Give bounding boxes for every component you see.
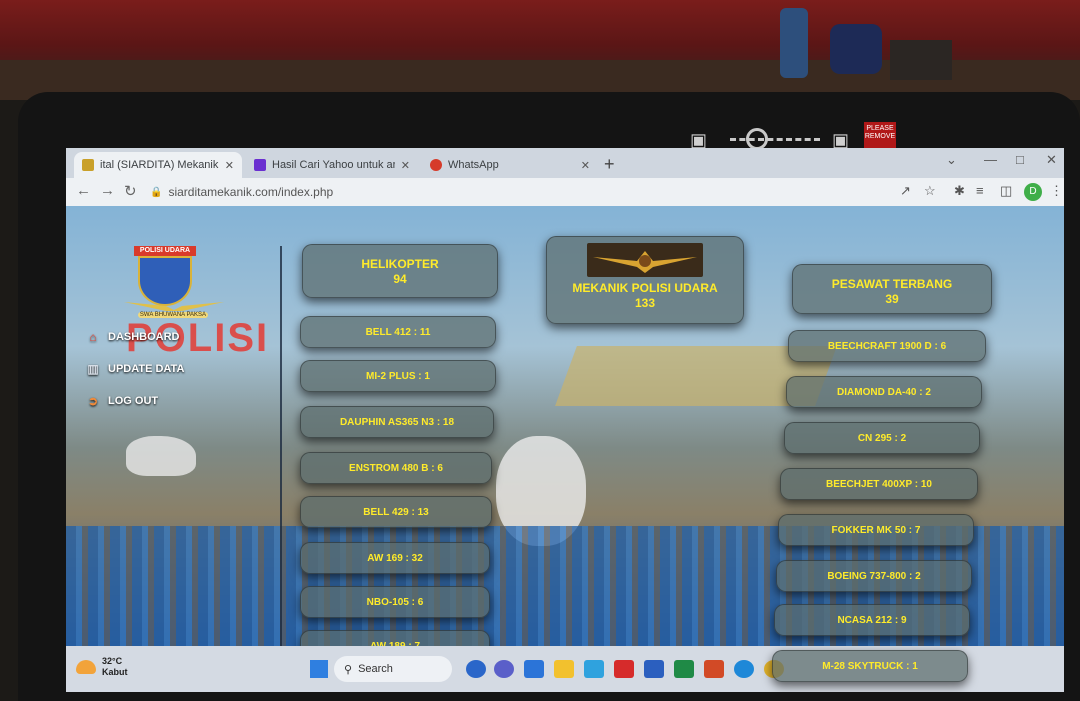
- logo-wings-icon: [124, 302, 224, 311]
- chat-icon[interactable]: [466, 660, 486, 678]
- browser-toolbar: ← → ↻ 🔒 siarditamekanik.com/index.php ↗ …: [66, 178, 1064, 206]
- windows-start-icon[interactable]: [310, 660, 328, 678]
- weather-condition: Kabut: [102, 667, 128, 677]
- mcafee-icon[interactable]: [614, 660, 634, 678]
- excel-icon[interactable]: [674, 660, 694, 678]
- tab-yahoo[interactable]: Hasil Cari Yahoo untuk arti impl ✕: [246, 152, 418, 178]
- lock-icon: 🔒: [150, 186, 163, 198]
- pesawat-item[interactable]: BEECHJET 400XP : 10: [780, 468, 978, 500]
- weather-widget[interactable]: 32°C Kabut: [76, 656, 128, 678]
- url-text: siarditamekanik.com/index.php: [168, 185, 334, 199]
- logout-icon: ➲: [87, 394, 99, 408]
- bookmark-star-icon[interactable]: ☆: [924, 183, 936, 199]
- search-icon: ⚲: [344, 663, 353, 676]
- tab-siardita[interactable]: ital (SIARDITA) Mekanik Pada Sub ✕: [74, 152, 242, 178]
- temperature: 32°C: [102, 656, 123, 666]
- share-icon[interactable]: ↗: [900, 183, 911, 199]
- dashed-line: [730, 138, 820, 141]
- sidebar-item-dashboard[interactable]: ⌂ DASHBOARD: [86, 330, 180, 344]
- close-icon[interactable]: ✕: [225, 159, 234, 172]
- mekanik-summary-card[interactable]: MEKANIK POLISI UDARA 133: [546, 236, 744, 324]
- helikopter-summary-card[interactable]: HELIKOPTER 94: [302, 244, 498, 298]
- back-button[interactable]: ←: [76, 182, 91, 199]
- side-panel-icon[interactable]: ◫: [1000, 183, 1012, 199]
- polisi-udara-logo: POLISI UDARA SWA BHUWANA PAKSA: [124, 246, 224, 326]
- logo-ribbon: POLISI UDARA: [134, 246, 196, 256]
- tab-title: Hasil Cari Yahoo untuk arti impl: [272, 159, 395, 171]
- record-icon: [746, 128, 768, 150]
- tab-whatsapp[interactable]: WhatsApp ✕: [422, 152, 598, 178]
- sidebar-item-logout[interactable]: ➲ LOG OUT: [86, 394, 158, 408]
- word-icon[interactable]: [644, 660, 664, 678]
- close-icon[interactable]: ✕: [401, 159, 410, 172]
- home-icon: ⌂: [89, 330, 97, 344]
- minimize-button[interactable]: —: [984, 152, 997, 167]
- database-icon: ▥: [87, 362, 99, 376]
- pilot-wings-emblem-icon: [587, 243, 703, 277]
- wings-icon: [593, 251, 697, 273]
- mail-icon[interactable]: [524, 660, 544, 678]
- room-box: [890, 40, 952, 80]
- reading-list-icon[interactable]: ≡: [976, 183, 984, 198]
- logo-motto: SWA BHUWANA PAKSA: [138, 312, 208, 318]
- pesawat-item[interactable]: BOEING 737-800 : 2: [776, 560, 972, 592]
- background-helicopter: [126, 436, 196, 476]
- helikopter-item[interactable]: AW 169 : 32: [300, 542, 490, 574]
- pesawat-item[interactable]: BEECHCRAFT 1900 D : 6: [788, 330, 986, 362]
- helikopter-item[interactable]: MI-2 PLUS : 1: [300, 360, 496, 392]
- sidebar-item-label: UPDATE DATA: [108, 363, 185, 375]
- whatsapp-favicon-icon: [430, 159, 442, 171]
- learn-icon[interactable]: [584, 660, 604, 678]
- browser-tab-bar: ital (SIARDITA) Mekanik Pada Sub ✕ Hasil…: [66, 148, 1064, 178]
- edge-icon[interactable]: [734, 660, 754, 678]
- pesawat-item[interactable]: DIAMOND DA-40 : 2: [786, 376, 982, 408]
- helikopter-item[interactable]: NBO-105 : 6: [300, 586, 490, 618]
- extensions-icon[interactable]: ✱: [954, 183, 965, 199]
- mekanik-count: 133: [634, 296, 656, 310]
- helikopter-item[interactable]: ENSTROM 480 B : 6: [300, 452, 492, 484]
- more-menu-icon[interactable]: ⋮: [1050, 183, 1063, 199]
- helikopter-title: HELIKOPTER: [361, 257, 439, 271]
- close-icon[interactable]: ✕: [581, 159, 590, 172]
- dashboard-page: POLISI POLISI UDARA SWA BHUWANA PAKSA ⌂ …: [66, 206, 1064, 646]
- weather-icon: [76, 660, 96, 674]
- yahoo-favicon-icon: [254, 159, 266, 171]
- chevron-down-icon[interactable]: ⌄: [946, 152, 957, 168]
- forward-button[interactable]: →: [100, 182, 115, 199]
- reload-button[interactable]: ↻: [124, 182, 137, 200]
- new-tab-button[interactable]: +: [604, 154, 615, 175]
- pesawat-item[interactable]: FOKKER MK 50 : 7: [778, 514, 974, 546]
- laptop-screen: ital (SIARDITA) Mekanik Pada Sub ✕ Hasil…: [66, 148, 1064, 692]
- tab-favicon-icon: [82, 159, 94, 171]
- pesawat-summary-card[interactable]: PESAWAT TERBANG 39: [792, 264, 992, 314]
- tab-title: ital (SIARDITA) Mekanik Pada Sub: [100, 159, 219, 171]
- helikopter-item[interactable]: DAUPHIN AS365 N3 : 18: [300, 406, 494, 438]
- mekanik-title: MEKANIK POLISI UDARA: [572, 281, 718, 295]
- helikopter-item[interactable]: BELL 429 : 13: [300, 496, 492, 528]
- tab-title: WhatsApp: [448, 159, 499, 171]
- pesawat-title: PESAWAT TERBANG: [831, 277, 953, 291]
- helikopter-item[interactable]: BELL 412 : 11: [300, 316, 496, 348]
- taskbar-search[interactable]: ⚲ Search: [334, 656, 452, 682]
- teams-icon[interactable]: [494, 660, 514, 678]
- folder-icon[interactable]: [554, 660, 574, 678]
- sidebar-item-label: LOG OUT: [108, 395, 159, 407]
- helikopter-count: 94: [393, 272, 407, 286]
- search-label: Search: [358, 663, 393, 675]
- sidebar-item-update-data[interactable]: ▥ UPDATE DATA: [86, 362, 184, 376]
- pesawat-item[interactable]: M-28 SKYTRUCK : 1: [772, 650, 968, 682]
- sidebar-divider: [280, 246, 282, 646]
- maximize-button[interactable]: □: [1016, 152, 1024, 167]
- room-bottle: [780, 8, 808, 78]
- pesawat-item[interactable]: CN 295 : 2: [784, 422, 980, 454]
- address-bar[interactable]: 🔒 siarditamekanik.com/index.php: [150, 181, 730, 203]
- pesawat-item[interactable]: NCASA 212 : 9: [774, 604, 970, 636]
- profile-avatar[interactable]: D: [1024, 183, 1042, 201]
- room-container: [830, 24, 882, 74]
- helikopter-item[interactable]: AW 189 : 7: [300, 630, 490, 646]
- powerpoint-icon[interactable]: [704, 660, 724, 678]
- pesawat-count: 39: [885, 292, 899, 306]
- close-window-button[interactable]: ✕: [1046, 152, 1057, 168]
- sidebar-item-label: DASHBOARD: [108, 331, 180, 343]
